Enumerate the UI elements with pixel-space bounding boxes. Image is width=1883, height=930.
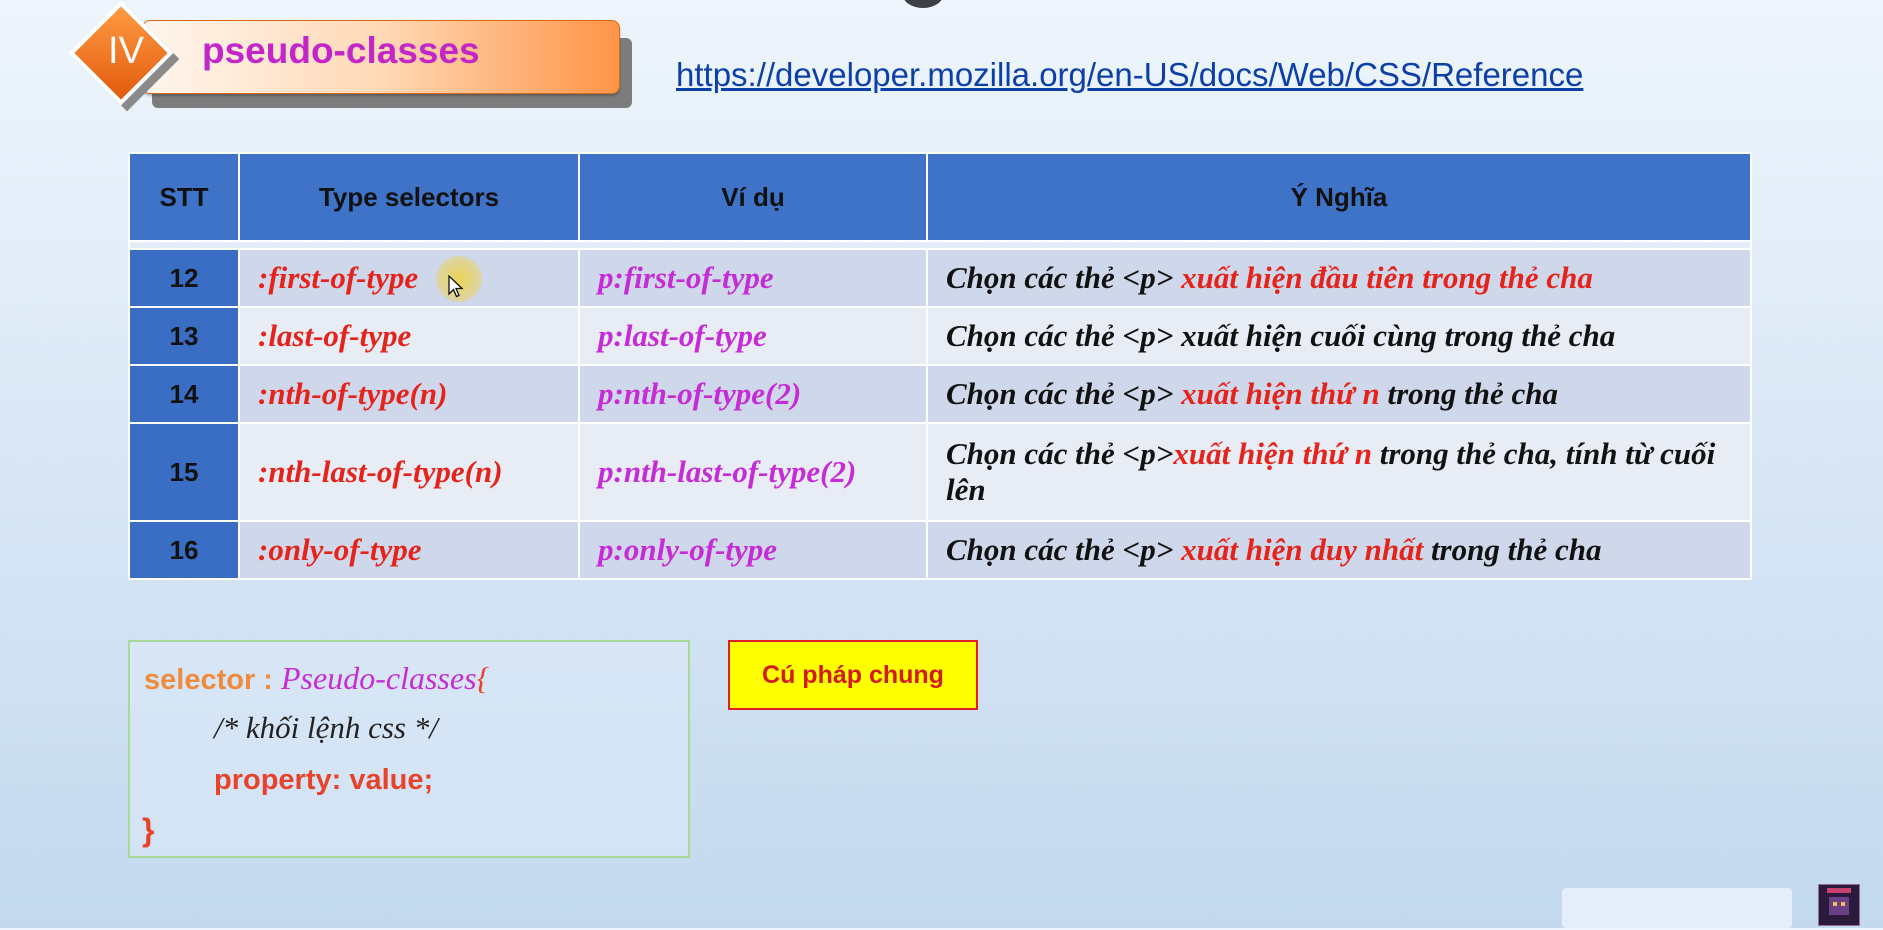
syntax-comment: /* khối lệnh css */ (214, 710, 438, 745)
meaning-text: Chọn các thẻ <p> (946, 532, 1182, 567)
table-row: 14 :nth-of-type(n) p:nth-of-type(2) Chọn… (128, 364, 1752, 424)
row-meaning: Chọn các thẻ <p> xuất hiện duy nhất tron… (926, 520, 1752, 580)
row-selector: :first-of-type (238, 248, 580, 308)
syntax-line-selector: selector : Pseudo-classes{ (144, 660, 489, 697)
row-stt: 15 (128, 422, 240, 522)
row-stt: 13 (128, 306, 240, 366)
row-stt: 14 (128, 364, 240, 424)
header-type-selectors: Type selectors (238, 152, 580, 242)
avatar-icon (1819, 885, 1859, 925)
mouse-cursor-icon (448, 275, 464, 298)
table-row: 16 :only-of-type p:only-of-type Chọn các… (128, 520, 1752, 580)
row-meaning: Chọn các thẻ <p>xuất hiện thứ n trong th… (926, 422, 1752, 522)
syntax-close-brace: } (142, 812, 155, 848)
row-selector: :nth-last-of-type(n) (238, 422, 580, 522)
syntax-selector: selector : (144, 664, 281, 696)
meaning-highlight: xuất hiện đầu tiên trong thẻ cha (1181, 260, 1593, 295)
pseudo-class-table: STT Type selectors Ví dụ Ý Nghĩa 12 :fir… (128, 152, 1752, 580)
header-meaning: Ý Nghĩa (926, 152, 1752, 242)
syntax-label-button[interactable]: Cú pháp chung (728, 640, 978, 710)
row-meaning: Chọn các thẻ <p> xuất hiện đầu tiên tron… (926, 248, 1752, 308)
meaning-highlight: xuất hiện duy nhất (1181, 532, 1424, 567)
row-example: p:first-of-type (578, 248, 928, 308)
section-title: pseudo-classes (202, 30, 480, 71)
section-number: IV (108, 30, 144, 72)
table-row: 12 :first-of-type p:first-of-type Chọn c… (128, 248, 1752, 308)
row-meaning: Chọn các thẻ <p> xuất hiện thứ n trong t… (926, 364, 1752, 424)
top-overlay-dot (902, 0, 944, 8)
table-row: 13 :last-of-type p:last-of-type Chọn các… (128, 306, 1752, 366)
reference-link[interactable]: https://developer.mozilla.org/en-US/docs… (676, 56, 1583, 94)
syntax-property: property: value; (214, 764, 434, 796)
row-example: p:nth-of-type(2) (578, 364, 928, 424)
row-selector: :nth-of-type(n) (238, 364, 580, 424)
header-stt: STT (128, 152, 240, 242)
meaning-highlight: xuất hiện thứ n (1181, 376, 1380, 411)
avatar (1818, 884, 1860, 926)
header-example: Ví dụ (578, 152, 928, 242)
section-badge: pseudo-classes IV (68, 0, 632, 118)
meaning-text: Chọn các thẻ <p> (946, 260, 1182, 295)
row-selector: :only-of-type (238, 520, 580, 580)
row-stt: 16 (128, 520, 240, 580)
meaning-text: Chọn các thẻ <p> (946, 436, 1174, 471)
corner-overlay (1562, 888, 1792, 928)
syntax-pseudo: Pseudo-classes (281, 660, 477, 696)
row-selector: :last-of-type (238, 306, 580, 366)
meaning-highlight: xuất hiện thứ n (1173, 436, 1372, 471)
table-row: 15 :nth-last-of-type(n) p:nth-last-of-ty… (128, 422, 1752, 522)
syntax-box: selector : Pseudo-classes{ /* khối lệnh … (128, 640, 690, 858)
meaning-tail: trong thẻ cha (1379, 376, 1559, 411)
row-stt: 12 (128, 248, 240, 308)
meaning-tail: trong thẻ cha (1423, 532, 1602, 567)
row-example: p:nth-last-of-type(2) (578, 422, 928, 522)
row-meaning: Chọn các thẻ <p> xuất hiện cuối cùng tro… (926, 306, 1752, 366)
syntax-open-brace: { (476, 660, 490, 696)
meaning-text: Chọn các thẻ <p> xuất hiện cuối cùng tro… (946, 318, 1616, 353)
table-separator (128, 240, 1752, 250)
row-example: p:only-of-type (578, 520, 928, 580)
meaning-text: Chọn các thẻ <p> (946, 376, 1182, 411)
table-header-row: STT Type selectors Ví dụ Ý Nghĩa (128, 152, 1752, 242)
row-example: p:last-of-type (578, 306, 928, 366)
